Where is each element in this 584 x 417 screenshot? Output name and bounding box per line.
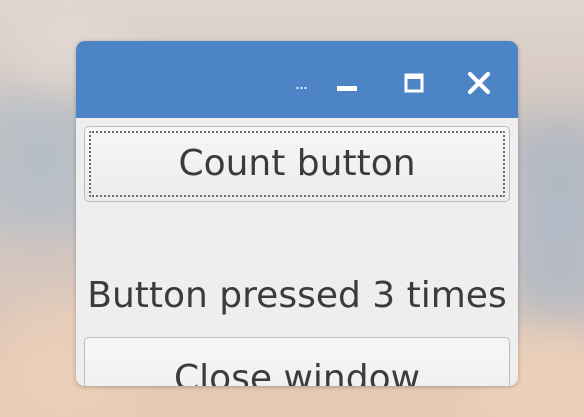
- close-window-button[interactable]: Close window: [84, 337, 510, 386]
- minimize-icon: [337, 86, 357, 91]
- minimize-button[interactable]: [333, 69, 361, 97]
- window-titlebar[interactable]: ...: [76, 41, 518, 118]
- ellipsis-icon[interactable]: ...: [288, 71, 314, 97]
- count-button[interactable]: Count button: [84, 126, 510, 202]
- close-button[interactable]: [465, 69, 493, 97]
- window-content: Count button Button pressed 3 times Clos…: [76, 118, 518, 386]
- count-button-label: Count button: [178, 143, 416, 184]
- close-window-button-label: Close window: [173, 358, 421, 386]
- app-window: ... Count button Button pressed 3 times …: [76, 41, 518, 386]
- status-label: Button pressed 3 times: [87, 275, 507, 316]
- maximize-button[interactable]: [400, 69, 428, 97]
- maximize-icon: [404, 73, 424, 93]
- close-icon: [467, 71, 491, 95]
